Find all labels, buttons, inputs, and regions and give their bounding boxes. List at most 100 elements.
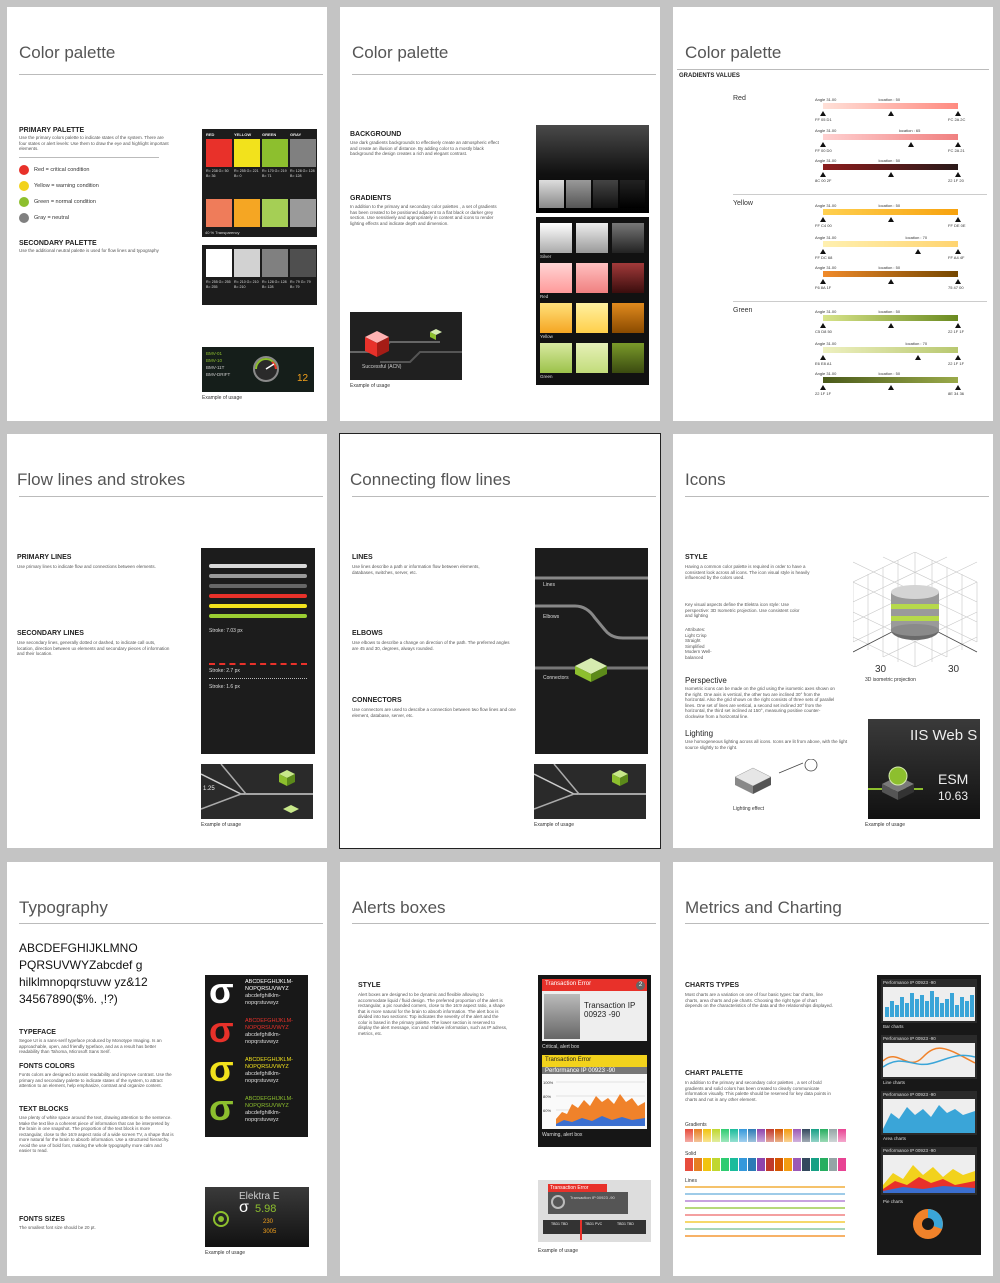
plot-background (883, 1043, 975, 1077)
transparent-swatch (262, 199, 288, 227)
gradient-bar (823, 164, 958, 170)
section-text: Use the primary colors palette to indica… (19, 135, 169, 151)
title-divider (685, 496, 989, 497)
divider (19, 157, 159, 158)
angle-label: Angle 31.00 (815, 158, 837, 163)
alerts-panel: Transaction Error Transaction IP 00923 -… (538, 975, 651, 1147)
example-line: BMV-01 (206, 351, 223, 356)
stop-marker-icon (820, 355, 826, 360)
swatch-header: YELLOW (234, 132, 252, 137)
angle-label: Angle 31.00 (815, 341, 837, 346)
location-label: location : 65 (898, 128, 921, 133)
sigma-glyph: σ (239, 1199, 249, 1216)
section-text: In addition to the primary and secondary… (350, 204, 497, 226)
chart-type-label: Pie charts (883, 1199, 904, 1204)
palette-solid-swatch (721, 1158, 729, 1171)
section-text: Use dark gradients backgrounds to effect… (350, 140, 499, 156)
color-code: 22 1F 1F (815, 391, 832, 396)
stop-marker-icon (820, 323, 826, 328)
title-divider (19, 496, 323, 497)
globe-server-icon (868, 766, 923, 800)
gradient-swatch-panel: Silver Red Yellow Green (536, 217, 649, 385)
section-text: Having a common color palette is require… (685, 564, 810, 580)
color-code: 22 1F 1F (948, 329, 965, 334)
section-heading: PRIMARY PALETTE (19, 127, 85, 134)
font-sample-line: nopqrstuvwyz (245, 1117, 279, 1123)
palette-gradient-swatch (703, 1129, 711, 1142)
transparent-swatch (290, 199, 316, 227)
stop-marker-icon (955, 323, 961, 328)
swatch-value: R= 238 G= 50 B= 36 (206, 169, 229, 178)
section-text: Most charts are a variation on one of fo… (685, 992, 833, 1008)
swatch-header: GREEN (262, 132, 277, 137)
palette-solid-swatch (811, 1158, 819, 1171)
section-text: Isometric icons can be made on the grid … (685, 686, 835, 719)
stop-marker-icon (820, 217, 826, 222)
stop-marker-icon (955, 385, 961, 390)
pie-chart-icon (913, 1209, 943, 1239)
pie-hole (922, 1218, 934, 1230)
title-divider (19, 923, 323, 924)
section-text: Use elbows to describe a change on direc… (352, 640, 510, 651)
background-gradient-panel (536, 125, 649, 213)
color-code: E6 E8 A1 (815, 361, 832, 366)
gradient-swatch (576, 263, 608, 293)
color-code: FF DE 0E (948, 223, 966, 228)
example-caption: Example of usage (205, 1250, 246, 1256)
gray-swatch (262, 249, 288, 277)
example-caption: Example of usage (350, 383, 391, 389)
gradient-swatch (576, 223, 608, 253)
example-caption: Example of usage (865, 822, 906, 828)
panel-label: Connectors (543, 675, 569, 681)
page-title: Color palette (19, 43, 116, 62)
color-code: F6 8A 1F (815, 285, 832, 290)
color-code: 22 1F 1F (948, 361, 965, 366)
section-heading: BACKGROUND (350, 131, 402, 138)
stop-marker-icon (955, 355, 961, 360)
palette-solid-swatch (766, 1158, 774, 1171)
palette-gradient-swatch (757, 1129, 765, 1142)
section-text: Use homogeneous lighting across all icon… (685, 739, 848, 750)
color-code: 75 47 00 (948, 285, 964, 290)
location-label: location : 50 (878, 97, 901, 102)
page-gradient-values: Color palette GRADIENTS VALUES Red Yellow… (673, 7, 993, 421)
sigma-glyph: σ (209, 970, 234, 1011)
bg-swatch (539, 180, 564, 208)
color-swatch (206, 139, 232, 167)
stop-marker-icon (887, 279, 894, 284)
gradient-label: Yellow (540, 334, 553, 339)
color-code: FC 2A 21 (948, 148, 965, 153)
palette-solid-swatch (748, 1158, 756, 1171)
bar-mark (920, 995, 924, 1017)
section-heading: Perspective (685, 676, 727, 685)
example-caption: Example of usage (538, 1248, 579, 1254)
section-text: Segoe UI is a sans-serif typeface produc… (19, 1038, 162, 1054)
section-heading: PRIMARY LINES (17, 554, 72, 561)
sigma-glyph: σ (209, 1087, 234, 1128)
example-alert-header: Transaction Error (548, 1184, 607, 1192)
swatch-value: R= 128 G= 128 B= 128 (262, 280, 287, 289)
palette-gradient-swatch (829, 1129, 837, 1142)
gradient-swatch (576, 343, 608, 373)
example-big: 5.98 (255, 1203, 277, 1215)
color-code: FF A4 4F (948, 255, 965, 260)
palette-gradient-swatch (685, 1129, 693, 1142)
legend-label: Red = critical condition (34, 167, 90, 173)
bar-mark (965, 1001, 969, 1017)
bg-swatch (566, 180, 591, 208)
title-divider (352, 496, 656, 497)
section-text: Use secondary lines, generally dotted or… (17, 640, 170, 656)
chart-thumbnail: Performance IP 00923 -90 (881, 979, 977, 1023)
palette-gradient-swatch (694, 1129, 702, 1142)
chart-type-label: Area charts (883, 1136, 907, 1141)
timeline-bar: TBD1 TBD TBD1 PVC TBD1 TBD (543, 1220, 646, 1234)
section-heading: STYLE (685, 554, 708, 561)
section-text: Key visual aspects define the Elektra ic… (685, 602, 800, 618)
page-title: Typography (19, 898, 108, 917)
gradient-swatch (540, 263, 572, 293)
location-label: location : 50 (878, 203, 901, 208)
gradient-group-label: Green (733, 307, 753, 314)
section-heading: SECONDARY LINES (17, 630, 84, 637)
angle-label: Angle 31.00 (815, 309, 837, 314)
font-sample-line: ABCDEFGHIJKLM- (245, 1096, 293, 1102)
